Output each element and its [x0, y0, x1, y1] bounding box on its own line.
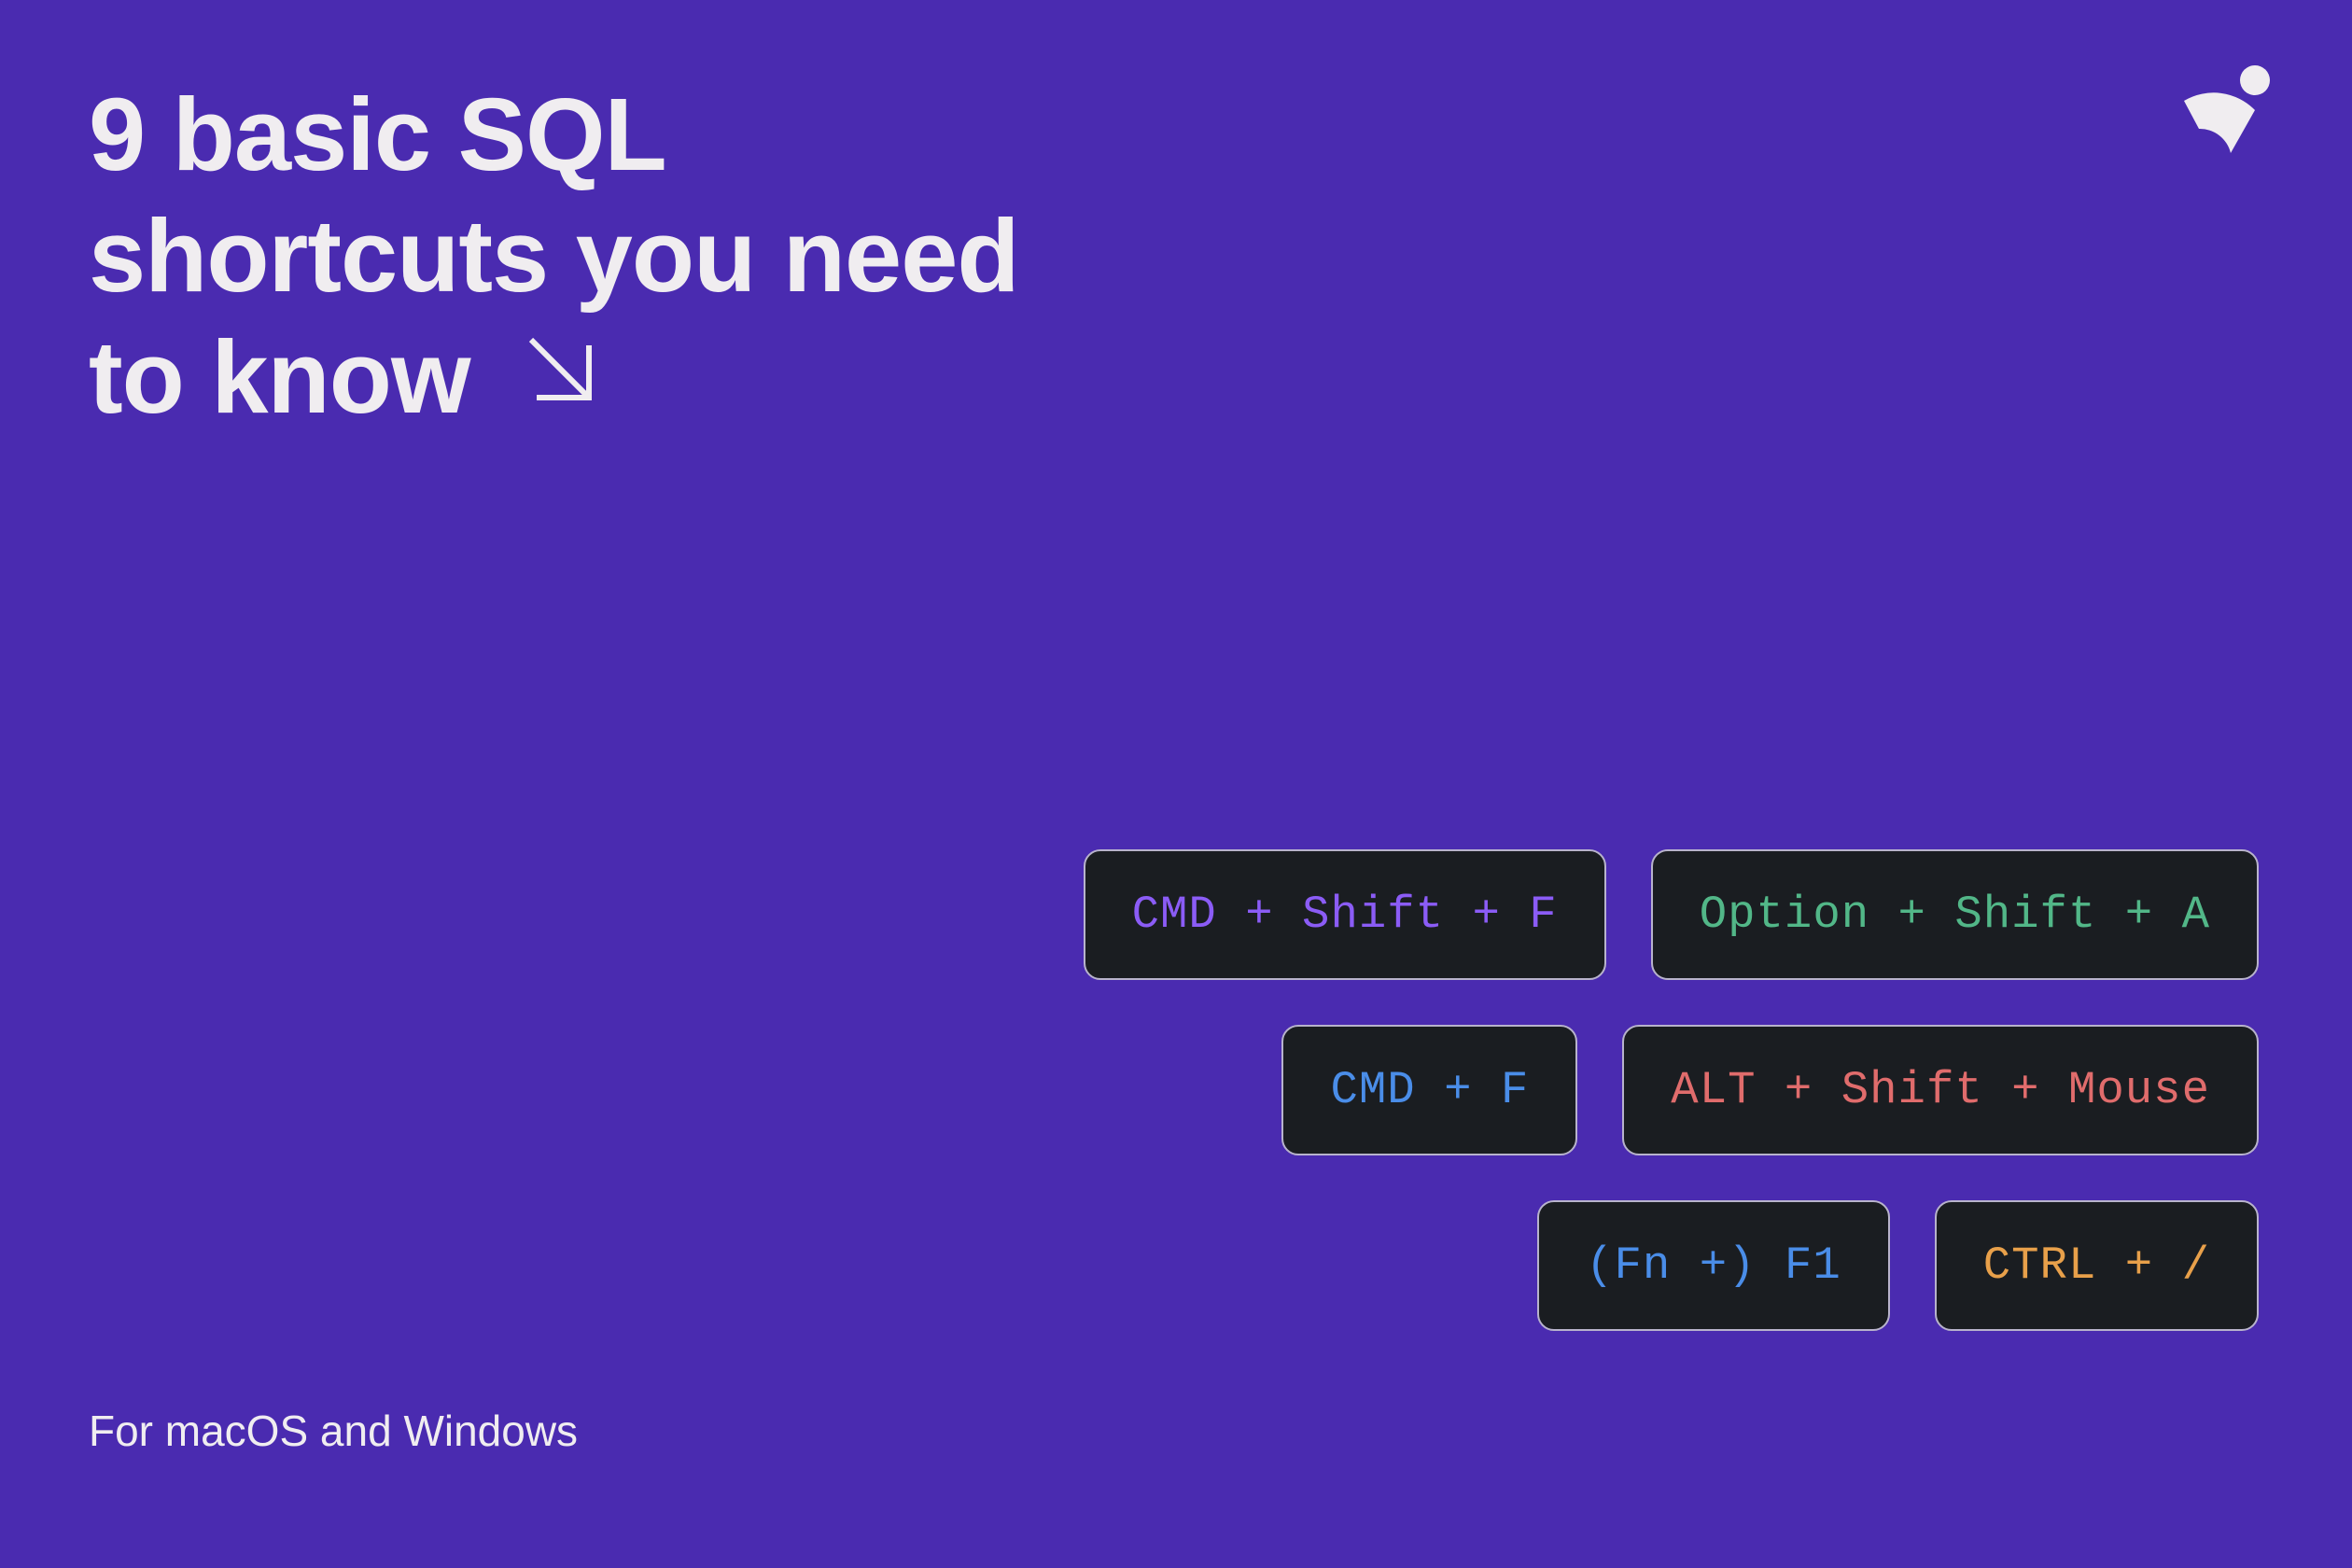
page-title: 9 basic SQL shortcuts you need to know: [89, 75, 1019, 445]
title-line-3: to know: [89, 320, 470, 435]
arrow-down-right-icon: [520, 317, 604, 439]
shortcut-chip-option-shift-a: Option + Shift + A: [1651, 849, 2259, 980]
shortcut-chip-fn-f1: (Fn +) F1: [1537, 1200, 1890, 1331]
shortcut-row-3: (Fn +) F1 CTRL + /: [1537, 1200, 2259, 1331]
title-line-1: 9 basic SQL: [89, 77, 666, 192]
shortcut-row-2: CMD + F ALT + Shift + Mouse: [1281, 1025, 2259, 1155]
shortcut-chip-alt-shift-mouse: ALT + Shift + Mouse: [1622, 1025, 2259, 1155]
brand-logo-icon: [2165, 63, 2277, 180]
shortcuts-grid: CMD + Shift + F Option + Shift + A CMD +…: [1084, 849, 2259, 1331]
shortcut-row-1: CMD + Shift + F Option + Shift + A: [1084, 849, 2259, 980]
title-line-2: shortcuts you need: [89, 199, 1019, 314]
shortcut-chip-cmd-shift-f: CMD + Shift + F: [1084, 849, 1606, 980]
shortcut-chip-cmd-f: CMD + F: [1281, 1025, 1577, 1155]
subtitle-text: For macOS and Windows: [89, 1406, 578, 1456]
shortcut-chip-ctrl-slash: CTRL + /: [1935, 1200, 2259, 1331]
